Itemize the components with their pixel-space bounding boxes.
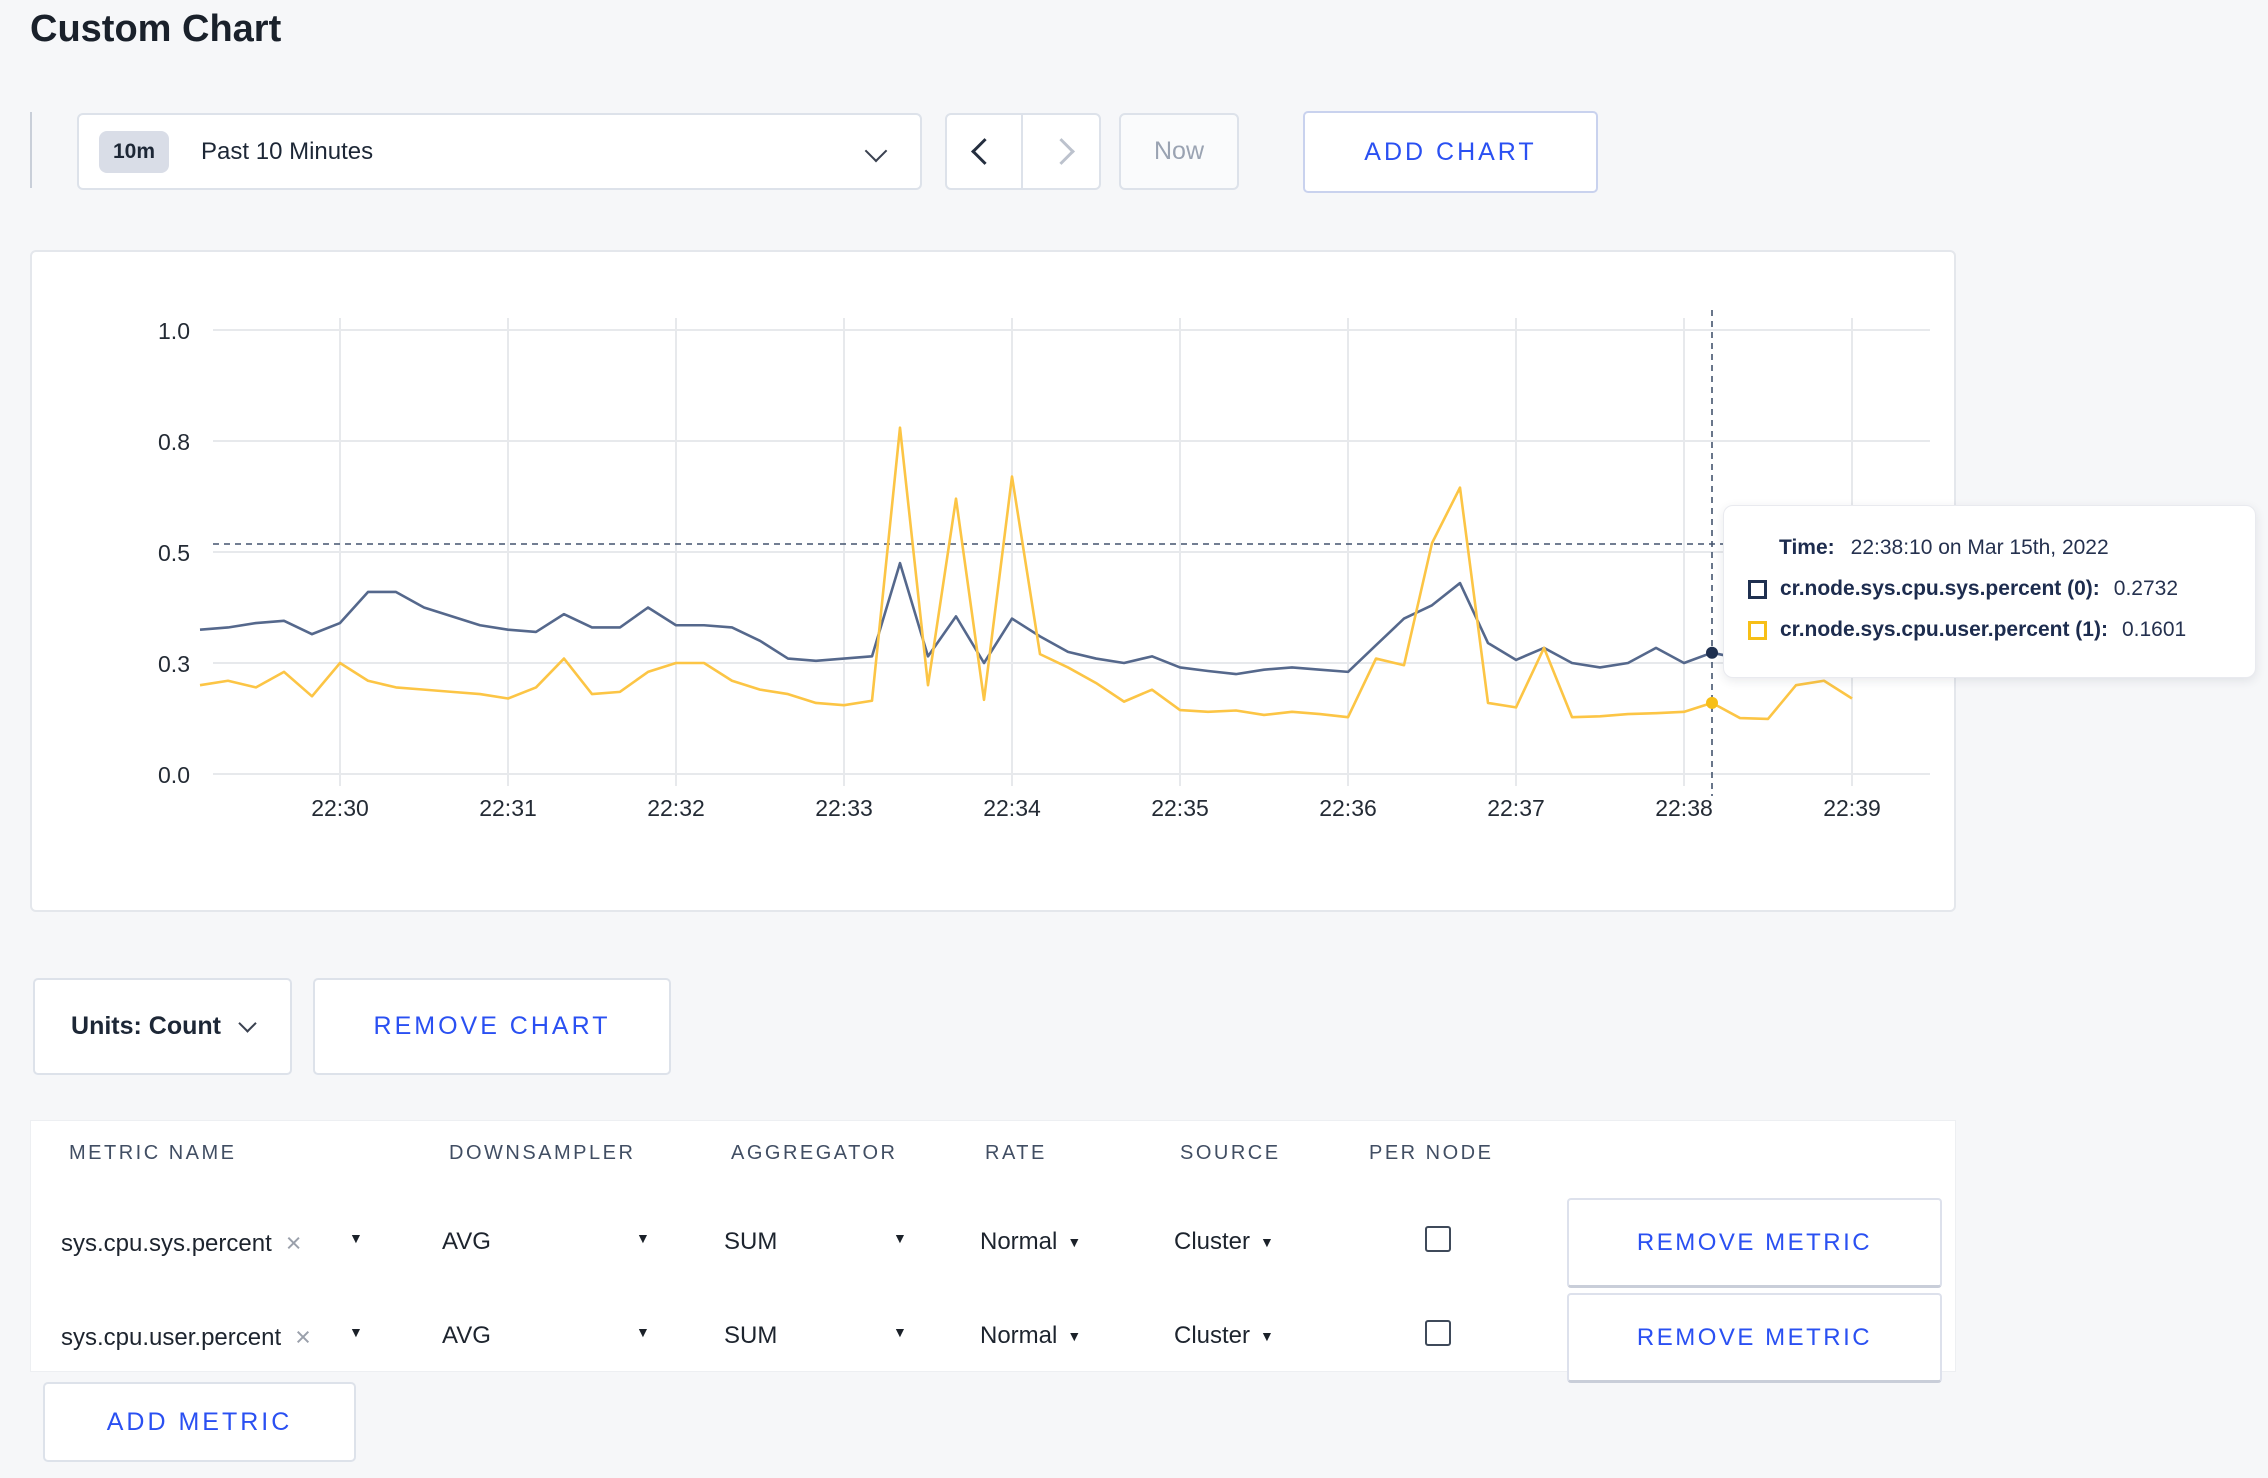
x-axis-tick-label: 22:35 — [1151, 795, 1209, 821]
x-axis-tick-label: 22:31 — [479, 795, 537, 821]
series-swatch-icon — [1748, 620, 1767, 640]
source-select[interactable]: Cluster ▼ — [1174, 1228, 1274, 1256]
column-header-downsampler: DOWNSAMPLER — [449, 1142, 636, 1164]
rate-value: Normal — [980, 1228, 1058, 1255]
units-dropdown[interactable]: Units: Count — [33, 978, 292, 1075]
add-chart-button[interactable]: ADD CHART — [1303, 111, 1598, 193]
metric-name-select[interactable]: sys.cpu.user.percent × — [61, 1322, 311, 1353]
x-axis-tick-label: 22:30 — [311, 795, 369, 821]
crosshair-dot — [1706, 696, 1718, 709]
column-header-per-node: PER NODE — [1369, 1142, 1494, 1164]
chart-tooltip: Time: 22:38:10 on Mar 15th, 2022 cr.node… — [1723, 505, 2256, 678]
column-header-source: SOURCE — [1180, 1142, 1281, 1164]
remove-metric-button[interactable]: REMOVE METRIC — [1567, 1198, 1942, 1288]
column-header-aggregator: AGGREGATOR — [731, 1142, 898, 1164]
metric-name-caret-icon[interactable]: ▼ — [349, 1230, 363, 1246]
x-axis-tick-label: 22:36 — [1319, 795, 1377, 821]
tooltip-series-row: cr.node.sys.cpu.user.percent (1): 0.1601 — [1748, 618, 2255, 642]
chevron-left-icon — [970, 138, 998, 165]
tooltip-series-value: 0.2732 — [2113, 577, 2179, 600]
metric-name-value: sys.cpu.user.percent — [61, 1323, 282, 1351]
x-axis-tick-label: 22:32 — [647, 795, 705, 821]
y-axis-tick-label: 0.3 — [158, 651, 190, 677]
x-axis-tick-label: 22:38 — [1655, 795, 1713, 821]
add-metric-button[interactable]: ADD METRIC — [43, 1382, 356, 1462]
remove-metric-button[interactable]: REMOVE METRIC — [1567, 1293, 1942, 1383]
tooltip-series-row: cr.node.sys.cpu.sys.percent (0): 0.2732 — [1748, 577, 2255, 601]
tooltip-series-label: cr.node.sys.cpu.user.percent (1): — [1780, 618, 2108, 641]
tooltip-time-row: Time: 22:38:10 on Mar 15th, 2022 — [1748, 536, 2255, 560]
downsampler-select[interactable]: AVG — [442, 1228, 491, 1256]
aggregator-caret-icon[interactable]: ▼ — [893, 1230, 907, 1246]
series-line — [199, 426, 1853, 721]
aggregator-caret-icon[interactable]: ▼ — [893, 1324, 907, 1340]
units-label: Units: Count — [71, 1012, 221, 1040]
source-value: Cluster — [1174, 1322, 1251, 1349]
time-range-badge: 10m — [99, 130, 170, 173]
downsampler-caret-icon[interactable]: ▼ — [636, 1230, 650, 1246]
y-axis-tick-label: 0.5 — [158, 540, 190, 566]
source-select[interactable]: Cluster ▼ — [1174, 1322, 1274, 1350]
series-swatch-icon — [1748, 579, 1767, 599]
metric-name-select[interactable]: sys.cpu.sys.percent × — [61, 1228, 302, 1259]
metric-name-caret-icon[interactable]: ▼ — [349, 1324, 363, 1340]
clear-metric-icon[interactable]: × — [295, 1322, 311, 1353]
next-interval-button[interactable] — [1023, 115, 1099, 188]
tooltip-series-value: 0.1601 — [2121, 618, 2187, 641]
y-axis-tick-label: 0.8 — [158, 429, 190, 455]
aggregator-select[interactable]: SUM — [724, 1322, 777, 1350]
metric-name-value: sys.cpu.sys.percent — [61, 1229, 272, 1257]
chevron-right-icon — [1047, 138, 1075, 165]
x-axis-tick-label: 22:33 — [815, 795, 873, 821]
x-axis-tick-label: 22:39 — [1823, 795, 1881, 821]
tooltip-series-label: cr.node.sys.cpu.sys.percent (0): — [1780, 577, 2100, 600]
rate-value: Normal — [980, 1322, 1058, 1349]
downsampler-caret-icon[interactable]: ▼ — [636, 1324, 650, 1340]
chevron-down-icon — [864, 139, 888, 163]
series-line — [199, 561, 1853, 676]
per-node-checkbox[interactable] — [1425, 1320, 1451, 1346]
tooltip-time-label: Time: — [1779, 536, 1835, 559]
y-axis-tick-label: 1.0 — [158, 318, 190, 344]
rate-select[interactable]: Normal ▼ — [980, 1322, 1081, 1350]
aggregator-select[interactable]: SUM — [724, 1228, 777, 1256]
toolbar-divider — [30, 112, 32, 188]
column-header-rate: RATE — [985, 1142, 1047, 1164]
y-axis-tick-label: 0.0 — [158, 762, 190, 788]
column-header-metric-name: METRIC NAME — [69, 1142, 237, 1164]
rate-select[interactable]: Normal ▼ — [980, 1228, 1081, 1256]
remove-chart-button[interactable]: REMOVE CHART — [313, 978, 671, 1075]
timeseries-chart[interactable]: 1.0 0.8 0.5 0.3 0.0 22:30 22:31 22:32 22:33 22:34… — [30, 250, 1956, 912]
previous-interval-button[interactable] — [947, 115, 1024, 188]
time-range-label: Past 10 Minutes — [201, 137, 374, 165]
source-value: Cluster — [1174, 1228, 1251, 1255]
downsampler-select[interactable]: AVG — [442, 1322, 491, 1350]
time-step-buttons — [945, 113, 1101, 190]
per-node-checkbox[interactable] — [1425, 1226, 1451, 1252]
page-title: Custom Chart — [30, 8, 282, 50]
crosshair-dot — [1706, 646, 1718, 659]
tooltip-time-value: 22:38:10 on Mar 15th, 2022 — [1850, 536, 2109, 559]
clear-metric-icon[interactable]: × — [286, 1228, 302, 1259]
chevron-down-icon — [238, 1014, 257, 1033]
x-axis-tick-label: 22:37 — [1487, 795, 1545, 821]
now-button[interactable]: Now — [1119, 113, 1239, 190]
time-range-dropdown[interactable]: 10m Past 10 Minutes — [77, 113, 922, 190]
x-axis-tick-label: 22:34 — [983, 795, 1041, 821]
